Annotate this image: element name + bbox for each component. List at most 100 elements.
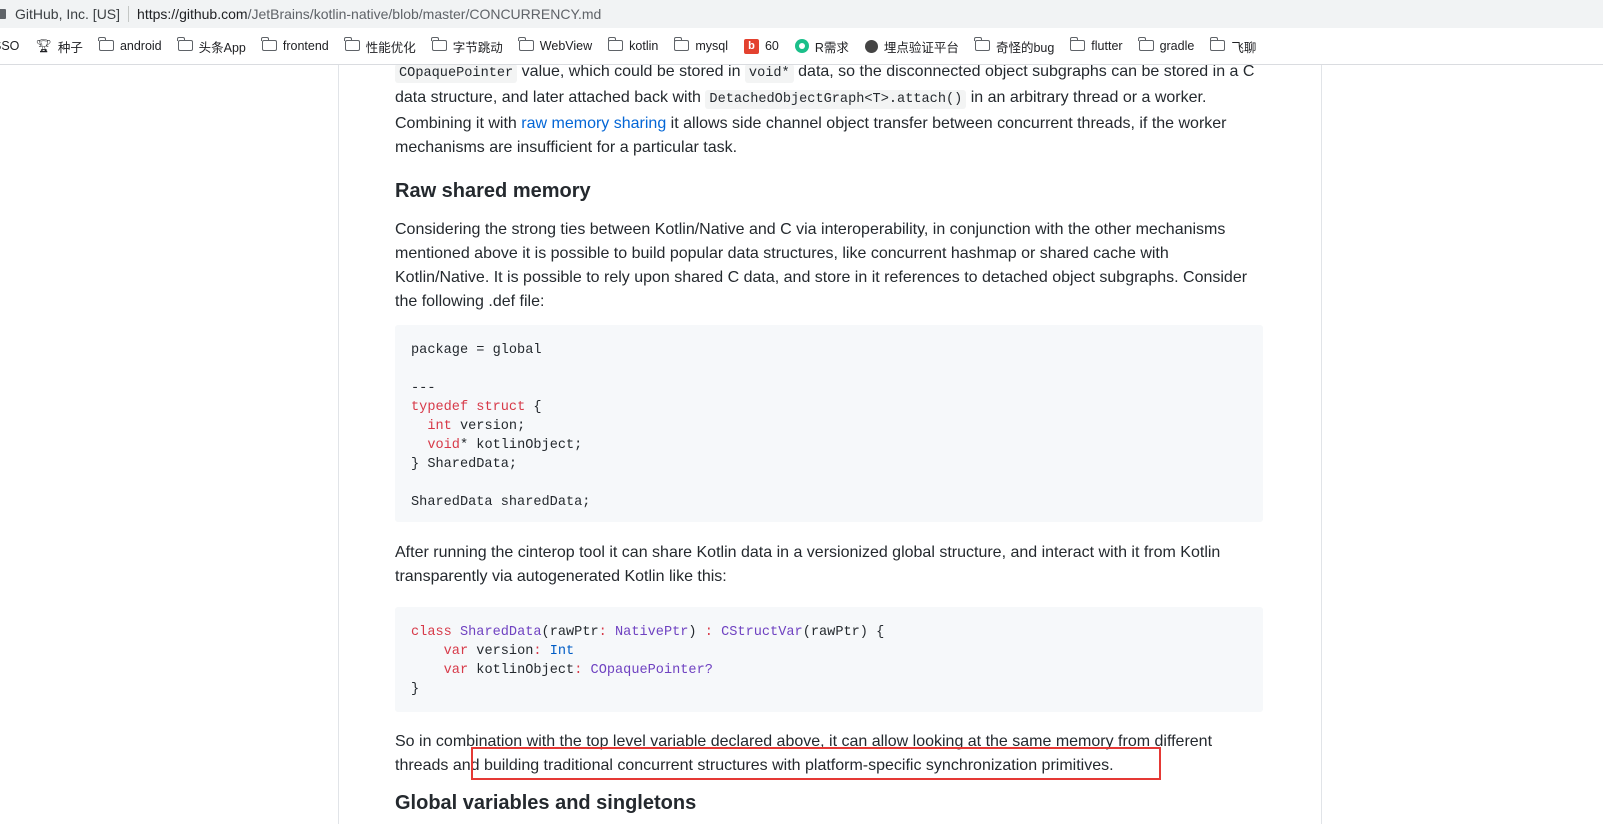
- code-line: }: [411, 682, 420, 697]
- b-logo-icon: b: [743, 38, 759, 54]
- paragraph-so-in-combination: So in combination with the top level var…: [395, 730, 1263, 778]
- code-type: CStructVar: [721, 625, 803, 640]
- code-keyword: typedef: [411, 400, 469, 415]
- bookmark-weird-bug[interactable]: 奇怪的bug: [974, 36, 1055, 56]
- bookmark-webview[interactable]: WebView: [518, 36, 593, 53]
- bookmark-feiliao[interactable]: 飞聊: [1209, 36, 1256, 56]
- code-keyword: struct: [476, 400, 526, 415]
- paragraph-considering: Considering the strong ties between Kotl…: [395, 218, 1263, 314]
- paragraph-text: After running the cinterop tool it can s…: [395, 544, 1221, 585]
- folder-icon: [607, 36, 624, 51]
- green-circle-icon: [794, 39, 809, 53]
- raw-memory-sharing-link[interactable]: raw memory sharing: [521, 115, 666, 132]
- paragraph-text: Considering the strong ties between Kotl…: [395, 221, 1248, 310]
- markdown-article: COpaquePointer value, which could be sto…: [338, 65, 1322, 824]
- inline-code: COpaquePointer: [395, 65, 518, 83]
- code-operator: :: [574, 663, 583, 678]
- folder-icon: [98, 36, 114, 51]
- bookmark-label: frontend: [282, 39, 329, 53]
- folder-icon: [177, 36, 193, 51]
- bookmark-label: R需求: [814, 40, 849, 55]
- code-type: COpaquePointer?: [590, 663, 713, 678]
- code-keyword: class: [411, 625, 452, 640]
- code-line: ---: [411, 381, 436, 396]
- bookmark-label: gradle: [1159, 39, 1195, 53]
- folder-icon: [1209, 36, 1226, 51]
- bookmark-label: kotlin: [629, 39, 659, 53]
- bookmark-mysql[interactable]: mysql: [673, 36, 728, 53]
- paragraph-text: So in combination with the top level var…: [395, 733, 1213, 774]
- bookmark-label: mysql: [695, 39, 728, 53]
- folder-icon: [261, 36, 277, 51]
- code-keyword: var: [443, 644, 469, 659]
- section-next-partial: Global variables and singletons: [395, 791, 1263, 816]
- folder-icon: [518, 36, 534, 51]
- bookmark-60[interactable]: b 60: [743, 38, 779, 54]
- bookmarks-bar: SSO 🏆︎ 种子 android 头条App frontend 性能优化 字节跳…: [0, 28, 1603, 65]
- bookmark-tracking-platform[interactable]: 埋点验证平台: [864, 37, 959, 56]
- code-block-kotlin: class SharedData(rawPtr: NativePtr) : CS…: [395, 607, 1263, 712]
- bookmark-label: 种子: [57, 40, 83, 55]
- code-type: Int: [549, 644, 575, 659]
- section-raw-shared-memory: Raw shared memory: [395, 179, 1263, 204]
- code-text: (rawPtr) {: [802, 625, 885, 640]
- bookmark-label: 头条App: [198, 40, 246, 55]
- bookmark-seeds[interactable]: 🏆︎ 种子: [35, 37, 83, 56]
- bookmark-frontend[interactable]: frontend: [261, 36, 329, 53]
- bookmark-label: 性能优化: [365, 40, 416, 55]
- bookmark-label: flutter: [1091, 39, 1123, 53]
- bookmark-r-requirements[interactable]: R需求: [794, 37, 849, 56]
- bookmark-sso[interactable]: SSO: [0, 39, 19, 53]
- site-identity[interactable]: GitHub, Inc. [US]: [15, 6, 120, 22]
- bookmark-label: 60: [764, 39, 779, 53]
- bookmark-toutiao-app[interactable]: 头条App: [177, 36, 246, 56]
- code-keyword: var: [443, 663, 469, 678]
- url-path: /JetBrains/kotlin-native/blob/master/CON…: [247, 6, 602, 22]
- folder-icon: [974, 36, 990, 51]
- code-keyword: int: [427, 419, 452, 434]
- heading-raw-shared-memory: Raw shared memory: [395, 180, 591, 202]
- folder-icon: [344, 36, 360, 51]
- code-operator: :: [598, 625, 607, 640]
- heading-global-variables: Global variables and singletons: [395, 792, 697, 814]
- code-text: ): [688, 625, 697, 640]
- code-line: } SharedData;: [411, 457, 518, 472]
- bookmark-label: 奇怪的bug: [995, 40, 1055, 55]
- address-separator: [128, 6, 130, 22]
- address-bar[interactable]: GitHub, Inc. [US] https://github.com/Jet…: [0, 0, 1603, 28]
- bookmark-gradle[interactable]: gradle: [1138, 36, 1195, 53]
- bookmark-label: SSO: [0, 39, 20, 53]
- code-line: package = global: [411, 343, 542, 358]
- bookmark-android[interactable]: android: [98, 36, 162, 53]
- code-text: {: [525, 400, 542, 415]
- bookmark-label: WebView: [539, 39, 593, 53]
- code-keyword: void: [427, 438, 460, 453]
- code-text: kotlinObject: [468, 663, 575, 678]
- bookmark-label: android: [119, 39, 162, 53]
- page-viewport[interactable]: COpaquePointer value, which could be sto…: [0, 65, 1603, 824]
- lock-icon: [0, 9, 6, 19]
- bookmark-bytedance[interactable]: 字节跳动: [431, 36, 503, 56]
- code-text: version;: [451, 419, 526, 434]
- text: value, which could be stored in: [517, 65, 745, 80]
- code-text: (rawPtr: [541, 625, 599, 640]
- trophy-icon: 🏆︎: [35, 38, 52, 53]
- code-operator: :: [533, 644, 542, 659]
- code-line: SharedData sharedData;: [411, 495, 591, 510]
- code-type: NativePtr: [615, 625, 689, 640]
- code-operator: :: [704, 625, 713, 640]
- code-block-def: package = global --- typedef struct { in…: [395, 325, 1263, 522]
- globe-icon: [864, 39, 878, 53]
- paragraph-intro: COpaquePointer value, which could be sto…: [395, 65, 1263, 160]
- url-text[interactable]: https://github.com/JetBrains/kotlin-nati…: [137, 6, 601, 22]
- bookmark-kotlin[interactable]: kotlin: [607, 36, 659, 53]
- folder-icon: [1069, 36, 1086, 51]
- inline-code: void*: [744, 65, 794, 83]
- folder-icon: [673, 36, 690, 51]
- bookmark-performance[interactable]: 性能优化: [344, 36, 416, 56]
- code-type: SharedData: [459, 625, 542, 640]
- folder-icon: [1138, 36, 1154, 51]
- folder-icon: [431, 36, 447, 51]
- bookmark-flutter[interactable]: flutter: [1069, 36, 1123, 53]
- paragraph-after-cinterop: After running the cinterop tool it can s…: [395, 541, 1263, 589]
